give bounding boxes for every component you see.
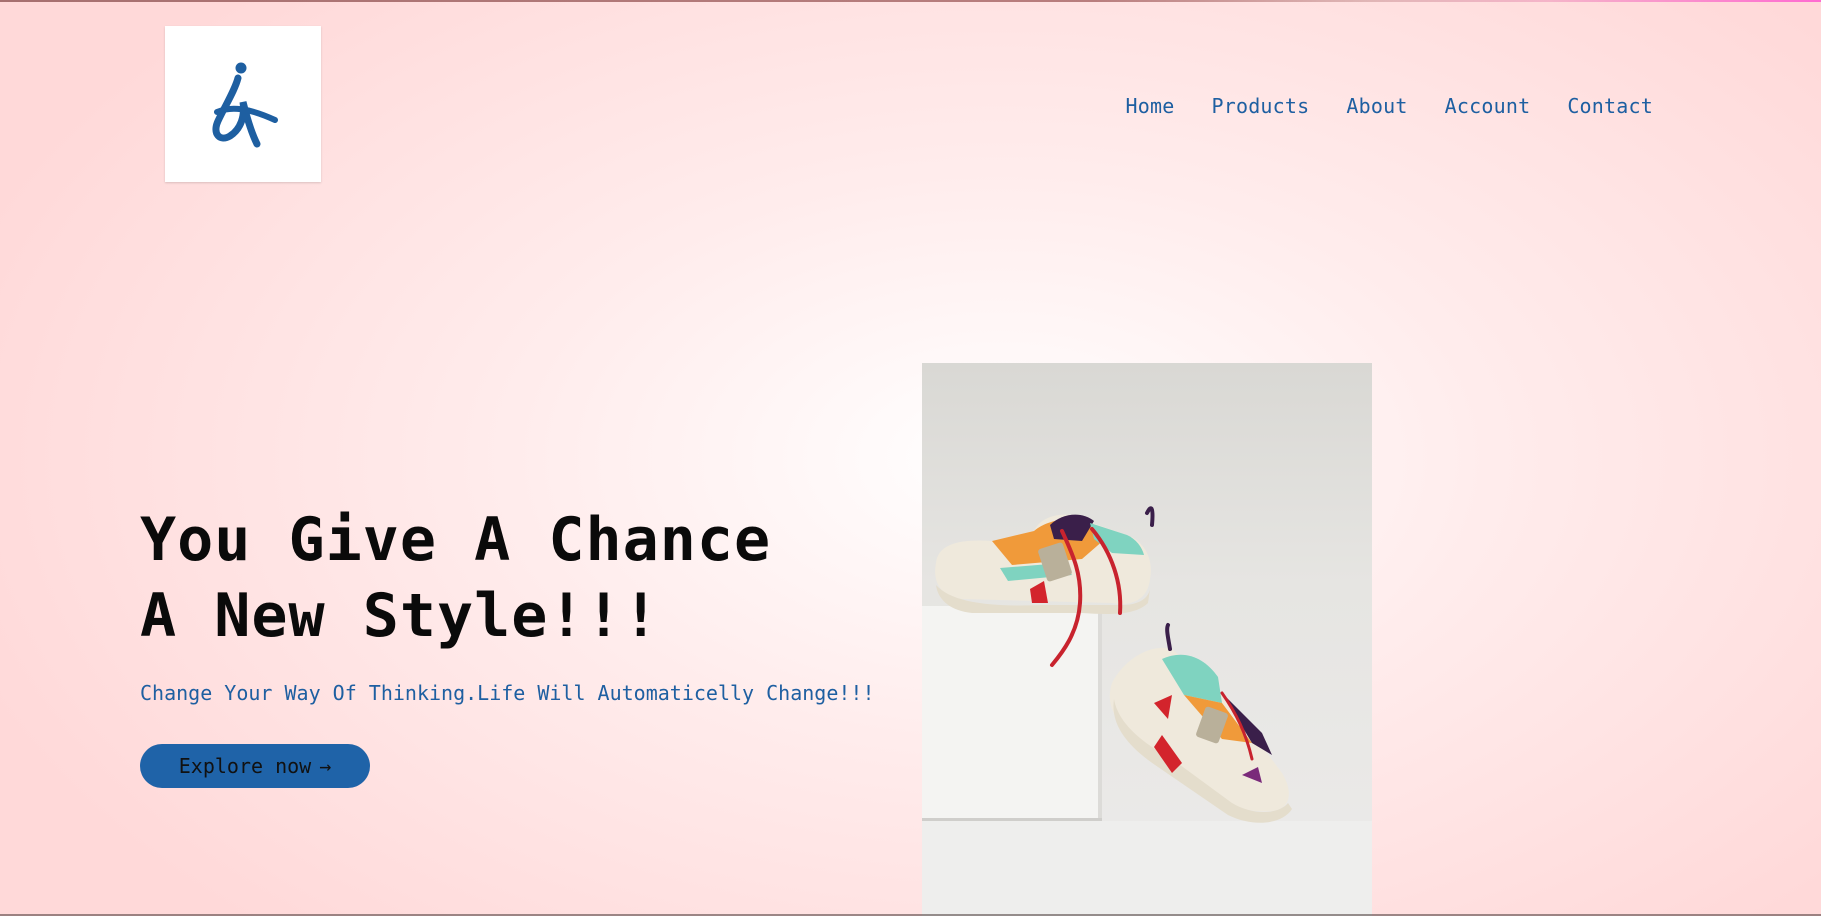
hero-tagline: Change Your Way Of Thinking.Life Will Au… (140, 681, 875, 705)
top-edge-line (0, 0, 1821, 2)
letter-a-person-logo-icon (212, 62, 278, 148)
sneakers-illustration (922, 506, 1372, 916)
main-nav: Home Products About Account Contact (1089, 94, 1654, 118)
nav-about[interactable]: About (1346, 94, 1407, 118)
hero-title-line-2: A New Style!!! (140, 581, 660, 651)
nav-account[interactable]: Account (1445, 94, 1531, 118)
explore-now-label: Explore now (178, 754, 312, 778)
arrow-right-icon: → (319, 754, 332, 778)
site-logo[interactable] (165, 26, 321, 182)
hero-title: You Give A Chance A New Style!!! (140, 502, 771, 654)
nav-products[interactable]: Products (1211, 94, 1309, 118)
nav-home[interactable]: Home (1126, 94, 1175, 118)
sneakers-photo (922, 363, 1372, 916)
hero-title-line-1: You Give A Chance (140, 505, 772, 575)
nav-contact[interactable]: Contact (1567, 94, 1653, 118)
explore-now-button[interactable]: Explore now → (140, 744, 370, 788)
lower-sneaker (1109, 623, 1292, 823)
